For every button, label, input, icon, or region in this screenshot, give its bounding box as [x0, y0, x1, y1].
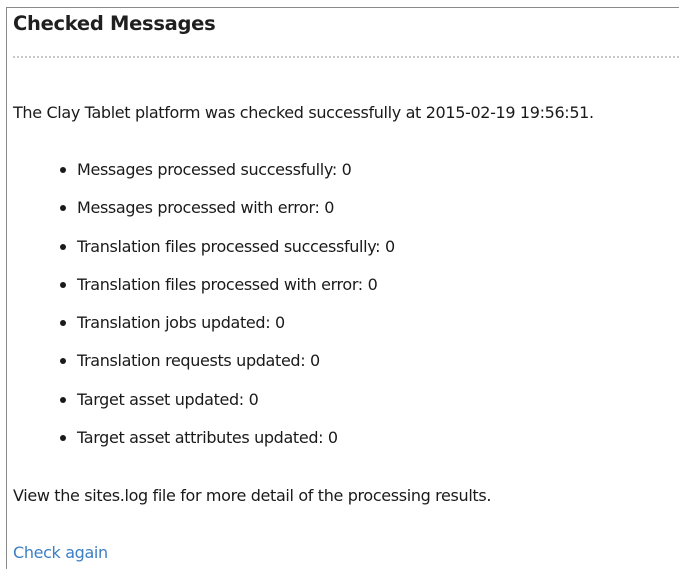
list-item: Translation files processed successfully… — [57, 236, 395, 274]
dotted-divider — [13, 56, 679, 58]
panel-title: Checked Messages — [13, 12, 216, 35]
bullet-icon — [60, 281, 66, 288]
stat-label: Translation requests updated: 0 — [77, 351, 320, 371]
checked-messages-panel: Checked Messages The Clay Tablet platfor… — [6, 7, 679, 569]
bullet-icon — [60, 435, 66, 442]
list-item: Translation jobs updated: 0 — [57, 312, 395, 350]
stat-label: Target asset updated: 0 — [77, 389, 259, 409]
bullet-icon — [60, 396, 66, 403]
list-item: Translation requests updated: 0 — [57, 350, 395, 388]
bullet-icon — [60, 243, 66, 250]
list-item: Target asset updated: 0 — [57, 389, 395, 427]
list-item: Translation files processed with error: … — [57, 274, 395, 312]
list-item: Messages processed successfully: 0 — [57, 159, 395, 197]
bullet-icon — [60, 205, 66, 212]
bullet-icon — [60, 358, 66, 365]
check-again-link[interactable]: Check again — [13, 543, 108, 562]
processing-stats-list: Messages processed successfully: 0 Messa… — [57, 159, 395, 465]
stat-label: Target asset attributes updated: 0 — [77, 428, 338, 448]
list-item: Target asset attributes updated: 0 — [57, 427, 395, 465]
bullet-icon — [60, 167, 66, 173]
stat-label: Messages processed with error: 0 — [77, 198, 335, 218]
list-item: Messages processed with error: 0 — [57, 197, 395, 235]
stat-label: Translation files processed with error: … — [77, 274, 378, 294]
check-summary: The Clay Tablet platform was checked suc… — [13, 103, 594, 122]
stat-label: Translation files processed successfully… — [77, 236, 395, 256]
stat-label: Translation jobs updated: 0 — [77, 313, 285, 333]
log-file-note: View the sites.log file for more detail … — [13, 486, 492, 505]
bullet-icon — [60, 320, 66, 327]
stat-label: Messages processed successfully: 0 — [77, 160, 352, 179]
